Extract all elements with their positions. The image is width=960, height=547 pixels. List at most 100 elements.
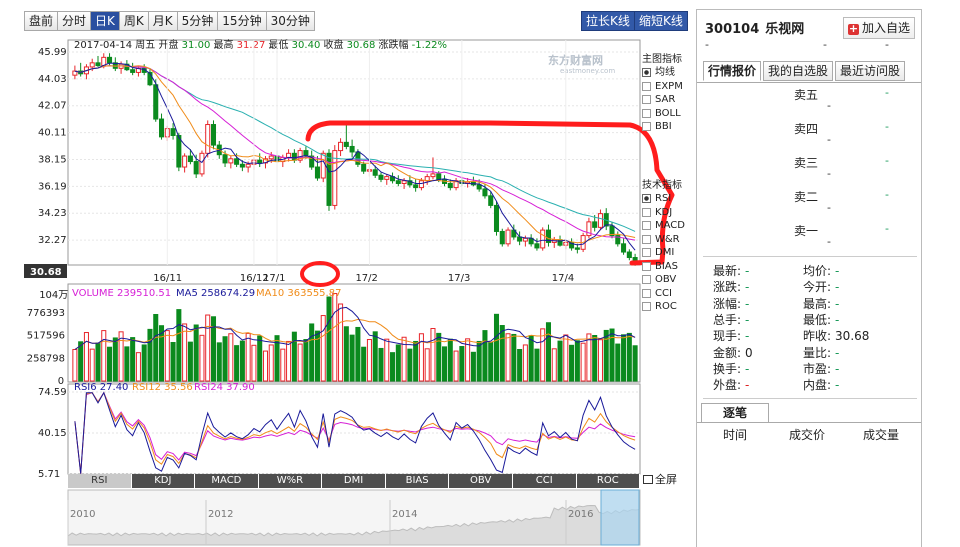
volume-bar — [528, 335, 534, 382]
volume-bar — [574, 340, 580, 382]
tab-indicator-7[interactable]: CCI — [512, 474, 577, 488]
volume-bar — [187, 341, 193, 382]
tab-period-1[interactable]: 分时 — [57, 11, 91, 31]
tech-indicator-panel: 技术指标 RSI KDJ MACD W&R DMI BIAS OBV CCI ROC — [642, 179, 685, 314]
tech-indicator-radio-icon[interactable] — [642, 234, 651, 244]
stat-value: - — [835, 312, 840, 327]
tab-indicator-1[interactable]: KDJ — [131, 474, 196, 488]
main-indicator-radio-icon[interactable] — [642, 68, 651, 78]
tech-indicator-option-7[interactable]: CCI — [642, 287, 685, 301]
tab-indicator-4[interactable]: DMI — [322, 474, 386, 488]
tab-quote-1[interactable]: 我的自选股 — [763, 61, 834, 81]
stat-value: - — [745, 280, 750, 295]
quote-panel: 300104 乐视网 + 加入自选 - - - 行情报价 我的自选股 最近访问股 卖五 -… — [696, 9, 922, 547]
stat-value: - — [835, 378, 840, 393]
tab-quote-2[interactable]: 最近访问股 — [835, 61, 906, 81]
stat-label: 最低: — [803, 312, 832, 327]
fullscreen-button[interactable]: 全屏 — [643, 471, 677, 487]
tech-indicator-radio-icon[interactable] — [642, 302, 651, 312]
main-indicator-radio-icon[interactable] — [642, 95, 651, 105]
volume-bar — [540, 328, 546, 382]
info-field-4: 31.27 — [237, 40, 269, 51]
volume-legend-vol: VOLUME 239510.51 — [72, 288, 171, 299]
volume-bar — [286, 340, 292, 382]
tech-indicator-radio-icon[interactable] — [642, 207, 651, 217]
tab-deals[interactable]: 逐笔 — [701, 403, 769, 423]
main-indicator-radio-icon[interactable] — [642, 108, 651, 118]
tech-indicator-option-1[interactable]: KDJ — [642, 206, 685, 220]
tech-indicator-radio-icon[interactable] — [642, 194, 651, 204]
stat-label: 今开: — [803, 280, 832, 295]
tab-period-7[interactable]: 30分钟 — [265, 11, 315, 31]
main-indicator-option-3[interactable]: BOLL — [642, 107, 683, 121]
tech-indicator-radio-icon[interactable] — [642, 221, 651, 231]
volume-bar — [534, 348, 540, 382]
tech-indicator-option-5[interactable]: BIAS — [642, 260, 685, 274]
tech-indicator-option-6[interactable]: OBV — [642, 273, 685, 287]
tab-indicator-0[interactable]: RSI — [68, 474, 132, 488]
volume-bar — [355, 326, 361, 382]
tab-indicator-3[interactable]: W%R — [258, 474, 323, 488]
volume-bar — [626, 332, 632, 382]
volume-bar — [205, 314, 211, 382]
tab-period-5[interactable]: 5分钟 — [176, 11, 218, 31]
price-tick-label: 40.11 — [38, 128, 67, 139]
main-indicator-radio-icon[interactable] — [642, 122, 651, 132]
tech-indicator-radio-icon[interactable] — [642, 275, 651, 285]
tech-indicator-option-8[interactable]: ROC — [642, 300, 685, 314]
volume-bar — [361, 346, 367, 382]
tech-indicator-radio-icon[interactable] — [642, 261, 651, 271]
volume-bar — [193, 324, 199, 382]
tab-period-4[interactable]: 月K — [147, 11, 177, 31]
stat-label: 总手: — [713, 312, 742, 327]
candle-body — [395, 180, 401, 184]
price-tick-label: 45.99 — [38, 47, 67, 58]
candle-body — [522, 237, 528, 242]
main-indicator-option-2[interactable]: SAR — [642, 93, 683, 107]
tab-period-6[interactable]: 15分钟 — [217, 11, 266, 31]
stat-label: 昨收: — [803, 329, 832, 344]
stat-right-2: 最高: - — [803, 295, 839, 312]
main-indicator-option-0[interactable]: 均线 — [642, 66, 683, 80]
tab-indicator-2[interactable]: MACD — [195, 474, 259, 488]
candle-body — [378, 174, 384, 180]
tab-period-2[interactable]: 日K — [90, 11, 119, 31]
tab-quote-0[interactable]: 行情报价 — [703, 61, 762, 81]
orderbook-label: 卖五 — [794, 88, 819, 102]
volume-bar — [164, 330, 170, 382]
candle-body — [187, 155, 193, 163]
main-indicator-option-1[interactable]: EXPM — [642, 80, 683, 94]
main-indicator-radio-icon[interactable] — [642, 81, 651, 91]
tab-period-3[interactable]: 周K — [118, 11, 148, 31]
tech-indicator-radio-icon[interactable] — [642, 288, 651, 298]
stretch-kline-button[interactable]: 拉长K线 — [581, 11, 635, 31]
add-to-watchlist-button[interactable]: + 加入自选 — [843, 17, 915, 39]
range-navigator-window — [600, 489, 640, 546]
stat-value: - — [835, 361, 840, 376]
tech-indicator-option-2[interactable]: MACD — [642, 219, 685, 233]
volume-bar — [476, 340, 482, 382]
volume-bar — [592, 335, 598, 382]
kline-chart[interactable]: 2017-04-14 周五 开盘 31.00 最高 31.27 最低 30.40… — [0, 34, 690, 547]
ma10-line — [74, 65, 636, 244]
tab-indicator-8[interactable]: ROC — [576, 474, 641, 488]
volume-bar — [615, 343, 621, 382]
orderbook-volume: - — [827, 201, 831, 214]
tech-indicator-option-3[interactable]: W&R — [642, 233, 685, 247]
candle-body — [210, 124, 217, 146]
stock-code: 300104 — [705, 22, 760, 37]
tab-indicator-6[interactable]: OBV — [449, 474, 513, 488]
main-indicator-option-4[interactable]: BBI — [642, 120, 683, 134]
tech-indicator-option-4[interactable]: DMI — [642, 246, 685, 260]
tab-period-0[interactable]: 盘前 — [24, 11, 58, 31]
tech-indicator-option-0[interactable]: RSI — [642, 192, 685, 206]
orderbook-volume: - — [827, 133, 831, 146]
shrink-kline-button[interactable]: 缩短K线 — [634, 11, 688, 31]
add-to-watchlist-label: 加入自选 — [861, 21, 910, 35]
price-tick-label: 38.15 — [38, 154, 67, 165]
volume-bar — [372, 331, 378, 382]
tab-indicator-5[interactable]: BIAS — [385, 474, 450, 488]
volume-bar — [228, 333, 234, 382]
tech-indicator-radio-icon[interactable] — [642, 248, 651, 258]
main-indicator-title: 主图指标 — [642, 54, 682, 65]
